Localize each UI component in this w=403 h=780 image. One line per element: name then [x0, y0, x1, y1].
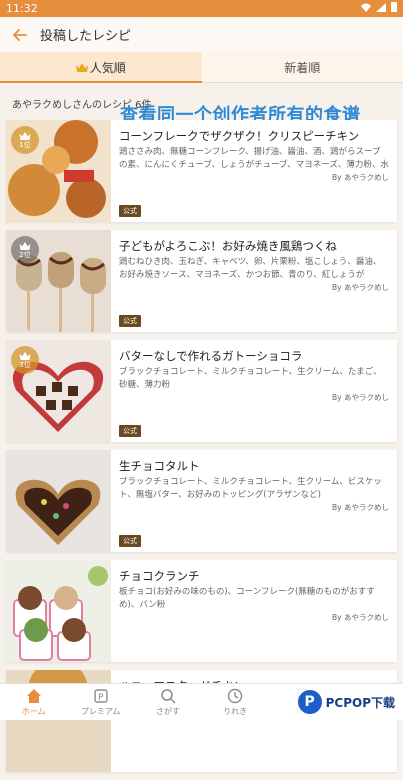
page-title: 投稿したレシピ [40, 25, 131, 44]
status-icons [361, 2, 397, 12]
recipe-ingredients: 鶏ささみ肉、無糖コーンフレーク、揚げ油、醤油、酒、鶏がらスープの素、にんにくチュ… [119, 146, 389, 172]
watermark-logo: P [298, 690, 322, 714]
rank-label: 1位 [19, 140, 30, 150]
app-bar: 投稿したレシピ [0, 17, 403, 52]
sort-tabs: 人気順 新着順 [0, 52, 403, 83]
recipe-ingredients: ブラックチョコレート、ミルクチョコレート、生クリーム、ビスケット、無塩バター、お… [119, 476, 389, 502]
recipe-thumbnail [6, 450, 111, 552]
recipe-card[interactable]: チョコクランチ 板チョコ(お好みの味のもの)、コーンフレーク(無糖のものがおすす… [6, 560, 397, 662]
recipe-card[interactable]: 3位 バターなしで作れるガトーショコラ ブラックチョコレート、ミルクチョコレート… [6, 340, 397, 442]
rank-label: 2位 [19, 250, 30, 260]
recipe-thumbnail [6, 560, 111, 662]
recipe-title: バターなしで作れるガトーショコラ [119, 348, 389, 364]
crown-icon [76, 62, 88, 72]
tab-popular-label: 人気順 [90, 59, 126, 76]
recipe-list: 1位 コーンフレークでザクザク！クリスピーチキン 鶏ささみ肉、無糖コーンフレーク… [6, 120, 397, 780]
status-time: 11:32 [6, 2, 38, 15]
history-icon [227, 688, 243, 704]
recipe-card[interactable]: 生チョコタルト ブラックチョコレート、ミルクチョコレート、生クリーム、ビスケット… [6, 450, 397, 552]
nav-search[interactable]: さがす [134, 684, 201, 720]
crown-icon [19, 131, 31, 140]
signal-icon [376, 3, 386, 12]
tab-newest-label: 新着順 [284, 59, 320, 76]
wifi-icon [361, 3, 371, 12]
nav-home[interactable]: ホーム [0, 684, 67, 720]
recipe-ingredients: 板チョコ(お好みの味のもの)、コーンフレーク(無糖のものがおすすめ)、バン粉 [119, 586, 389, 612]
nav-premium-label: プレミアム [81, 706, 120, 717]
recipe-title: 生チョコタルト [119, 458, 389, 474]
recipe-author: By あやラクめし [332, 282, 389, 293]
recipe-author: By あやラクめし [332, 502, 389, 513]
crown-icon [19, 241, 31, 250]
recipe-ingredients: 鶏むねひき肉、玉ねぎ、キャベツ、卵、片栗粉、塩こしょう、醤油、お好み焼きソース、… [119, 256, 389, 282]
search-icon [160, 688, 176, 704]
svg-text:P: P [98, 693, 104, 703]
recipe-author: By あやラクめし [332, 612, 389, 623]
premium-icon: P [93, 688, 109, 704]
rank-label: 3位 [19, 360, 30, 370]
official-badge: 公式 [119, 425, 141, 437]
back-arrow-icon [13, 29, 27, 41]
recipe-ingredients: ブラックチョコレート、ミルクチョコレート、生クリーム、たまご、砂糖、薄力粉 [119, 366, 389, 392]
recipe-author: By あやラクめし [332, 172, 389, 183]
tab-newest[interactable]: 新着順 [202, 52, 403, 82]
choco-tart-photo [6, 450, 111, 552]
rank-badge: 2位 [11, 236, 39, 264]
home-icon [26, 688, 42, 704]
status-bar: 11:32 [0, 0, 403, 17]
recipe-title: 子どもがよろこぶ！お好み焼き風鶏つくね [119, 238, 389, 254]
watermark-text: PCPOP下载 [326, 694, 395, 711]
back-button[interactable] [0, 17, 40, 52]
nav-premium[interactable]: P プレミアム [67, 684, 134, 720]
choco-crunch-photo [6, 560, 111, 662]
recipe-card[interactable]: 1位 コーンフレークでザクザク！クリスピーチキン 鶏ささみ肉、無糖コーンフレーク… [6, 120, 397, 222]
tab-popular[interactable]: 人気順 [0, 52, 202, 82]
watermark: P PCPOP下载 [294, 688, 399, 716]
recipe-title: チョコクランチ [119, 568, 389, 584]
nav-home-label: ホーム [22, 706, 46, 717]
rank-badge: 3位 [11, 346, 39, 374]
official-badge: 公式 [119, 205, 141, 217]
crown-icon [19, 351, 31, 360]
nav-search-label: さがす [156, 706, 180, 717]
recipe-card[interactable]: 2位 子どもがよろこぶ！お好み焼き風鶏つくね 鶏むねひき肉、玉ねぎ、キャベツ、卵… [6, 230, 397, 332]
official-badge: 公式 [119, 535, 141, 547]
rank-badge: 1位 [11, 126, 39, 154]
recipe-author: By あやラクめし [332, 392, 389, 403]
official-badge: 公式 [119, 315, 141, 327]
nav-history-label: りれき [223, 706, 247, 717]
recipe-title: コーンフレークでザクザク！クリスピーチキン [119, 128, 389, 144]
battery-icon [391, 2, 397, 12]
nav-history[interactable]: りれき [202, 684, 269, 720]
